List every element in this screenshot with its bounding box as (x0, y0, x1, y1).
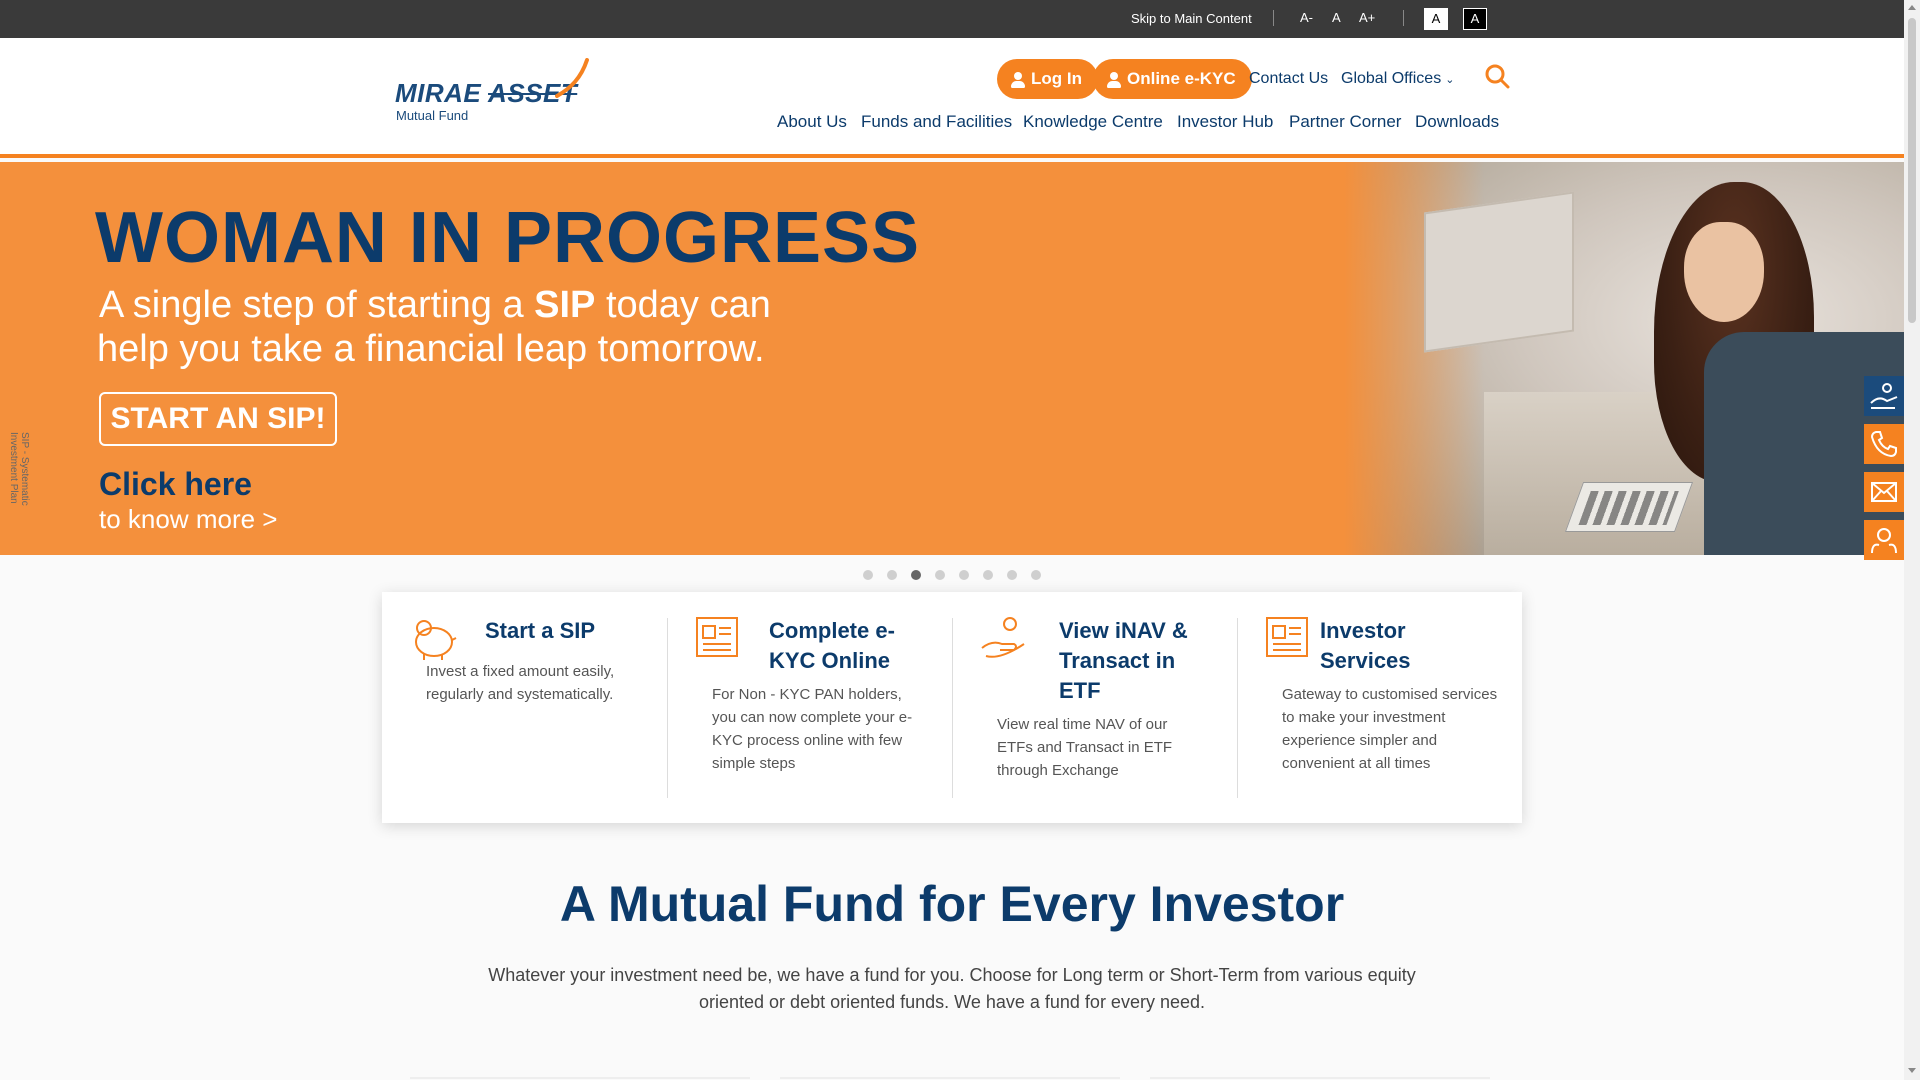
online-ekyc-button[interactable]: Online e-KYC (1093, 59, 1252, 99)
font-increase-button[interactable]: A+ (1359, 10, 1375, 25)
call-float-button[interactable] (1864, 424, 1904, 464)
mirae-asset-logo[interactable]: MIRAE ASSET Mutual Fund (395, 58, 595, 128)
nav-investor-hub[interactable]: Investor Hub (1177, 112, 1273, 132)
global-offices-label: Global Offices (1341, 70, 1442, 87)
font-normal-button[interactable]: A (1332, 10, 1341, 25)
carousel-dot-active[interactable] (911, 570, 921, 580)
card-ekyc[interactable]: Complete e-KYC Online For Non - KYC PAN … (667, 592, 952, 823)
carousel-dot[interactable] (887, 570, 897, 580)
invest-float-button[interactable] (1864, 376, 1904, 416)
ekyc-label: Online e-KYC (1127, 69, 1236, 88)
quick-actions-panel: Start a SIP Invest a fixed amount easily… (382, 592, 1522, 823)
site-header: MIRAE ASSET Mutual Fund Log In Online e-… (0, 38, 1904, 158)
login-button[interactable]: Log In (997, 59, 1098, 99)
document-icon (1266, 617, 1308, 657)
click-here-link[interactable]: Click here (99, 466, 252, 503)
start-sip-button[interactable]: START AN SIP! (99, 392, 337, 446)
mail-icon (1871, 482, 1897, 502)
chevron-down-icon: ⌄ (1445, 74, 1455, 86)
card-title: Investor Services (1320, 618, 1411, 673)
document-icon (696, 617, 738, 657)
sip-footnote: SIP - Systematic Investment Plan (8, 432, 30, 506)
nav-knowledge-centre[interactable]: Knowledge Centre (1023, 112, 1163, 132)
skip-to-main-link[interactable]: Skip to Main Content (1131, 11, 1252, 26)
dark-theme-button[interactable]: A (1463, 8, 1487, 30)
carousel-dot[interactable] (935, 570, 945, 580)
hero-photo (1344, 162, 1904, 555)
invest-icon (1870, 383, 1898, 409)
section-description: Whatever your investment need be, we hav… (488, 965, 1416, 1012)
support-icon (1871, 528, 1897, 554)
carousel-dot[interactable] (863, 570, 873, 580)
know-more-link[interactable]: to know more > (99, 504, 277, 535)
logo-subtitle: Mutual Fund (396, 108, 469, 123)
card-title: View iNAV & Transact in ETF (1059, 618, 1188, 703)
card-inav-etf[interactable]: View iNAV & Transact in ETF View real ti… (952, 592, 1237, 823)
nav-downloads[interactable]: Downloads (1415, 112, 1499, 132)
nav-about-us[interactable]: About Us (777, 112, 847, 132)
light-theme-button[interactable]: A (1424, 8, 1448, 30)
card-title: Complete e-KYC Online (769, 618, 895, 673)
card-description: Gateway to customised services to make y… (1282, 686, 1498, 772)
card-description: View real time NAV of our ETFs and Trans… (997, 716, 1173, 779)
user-icon (1107, 72, 1121, 88)
logo-swoosh-icon (555, 58, 589, 98)
global-offices-dropdown[interactable]: Global Offices ⌄ (1341, 70, 1454, 88)
font-decrease-button[interactable]: A- (1300, 10, 1313, 25)
divider (1403, 10, 1404, 26)
nav-funds-and-facilities[interactable]: Funds and Facilities (861, 112, 1012, 132)
login-label: Log In (1031, 69, 1082, 88)
user-icon (1011, 72, 1025, 88)
section-title: A Mutual Fund for Every Investor (559, 876, 1345, 932)
scroll-up-arrow-icon[interactable] (1908, 5, 1916, 10)
scroll-down-arrow-icon[interactable] (1908, 1068, 1916, 1073)
hero-banner[interactable]: WOMAN IN PROGRESS A single step of start… (0, 162, 1904, 555)
piggy-bank-icon (415, 620, 457, 660)
contact-us-link[interactable]: Contact Us (1249, 70, 1328, 88)
carousel-dot[interactable] (1031, 570, 1041, 580)
calculator-image (1564, 482, 1694, 532)
card-investor-services[interactable]: Investor Services Gateway to customised … (1237, 592, 1522, 823)
hero-subtitle-line-2: help you take a financial leap tomorrow. (97, 328, 765, 370)
card-start-sip[interactable]: Start a SIP Invest a fixed amount easily… (382, 592, 667, 823)
carousel-dot[interactable] (1007, 570, 1017, 580)
mail-float-button[interactable] (1864, 472, 1904, 512)
page-scrollbar[interactable] (1904, 0, 1920, 1080)
support-float-button[interactable] (1864, 520, 1904, 560)
card-description: For Non - KYC PAN holders, you can now c… (712, 686, 913, 772)
nav-partner-corner[interactable]: Partner Corner (1289, 112, 1401, 132)
hand-coin-icon (981, 617, 1025, 658)
carousel-dot[interactable] (959, 570, 969, 580)
divider (1273, 10, 1274, 26)
accessibility-bar: Skip to Main Content A- A A+ A A (0, 0, 1904, 38)
phone-icon (1870, 431, 1897, 458)
card-description: Invest a fixed amount easily, regularly … (426, 663, 615, 703)
carousel-dot[interactable] (983, 570, 993, 580)
hero-title: WOMAN IN PROGRESS (95, 198, 921, 278)
logo-wordmark: MIRAE ASSET (395, 78, 578, 108)
card-title: Start a SIP (485, 618, 596, 643)
search-icon[interactable] (1484, 63, 1510, 89)
hero-subtitle-line-1: A single step of starting a SIP today ca… (99, 284, 771, 326)
scrollbar-thumb[interactable] (1908, 18, 1916, 323)
